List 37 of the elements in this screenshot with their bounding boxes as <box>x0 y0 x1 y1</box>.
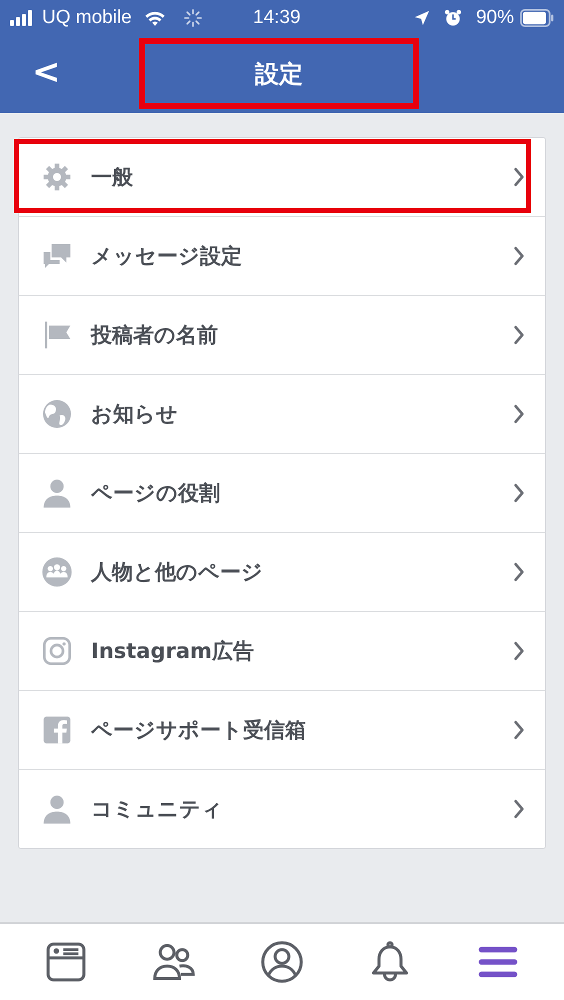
settings-item[interactable]: 人物と他のページ <box>19 532 545 611</box>
settings-item[interactable]: お知らせ <box>19 374 545 453</box>
chevron-right-icon <box>513 404 525 424</box>
settings-item[interactable]: メッセージ設定 <box>19 216 545 295</box>
chevron-right-icon <box>513 167 525 187</box>
settings-item[interactable]: 一般 <box>19 138 545 216</box>
chevron-right-icon <box>513 483 525 503</box>
chevron-right-icon <box>513 562 525 582</box>
profile-icon[interactable] <box>260 940 304 984</box>
instagram-icon <box>41 635 73 667</box>
wifi-icon <box>144 10 166 26</box>
battery-percent: 90% <box>476 7 514 29</box>
chevron-right-icon <box>513 720 525 740</box>
settings-item[interactable]: ページサポート受信箱 <box>19 690 545 769</box>
gear-icon <box>41 161 73 193</box>
person-icon <box>41 477 73 509</box>
page-title: 設定 <box>139 38 419 109</box>
person-icon <box>41 793 73 825</box>
battery-icon <box>520 9 554 27</box>
settings-item[interactable]: ページの役割 <box>19 453 545 532</box>
location-arrow-icon <box>414 10 430 26</box>
group-icon <box>41 556 73 588</box>
back-button[interactable]: < <box>22 52 70 92</box>
chevron-right-icon <box>513 325 525 345</box>
loading-icon <box>184 9 202 27</box>
news-feed-icon[interactable] <box>44 940 88 984</box>
carrier-name: UQ mobile <box>42 7 132 29</box>
chevron-right-icon <box>513 641 525 661</box>
facebook-icon <box>41 714 73 746</box>
settings-item[interactable]: 投稿者の名前 <box>19 295 545 374</box>
globe-icon <box>41 398 73 430</box>
settings-item[interactable]: コミュニティ <box>19 769 545 848</box>
chevron-right-icon <box>513 246 525 266</box>
alarm-clock-icon <box>444 9 462 27</box>
status-time: 14:39 <box>253 7 301 29</box>
settings-item[interactable]: Instagram広告 <box>19 611 545 690</box>
chevron-right-icon <box>513 799 525 819</box>
